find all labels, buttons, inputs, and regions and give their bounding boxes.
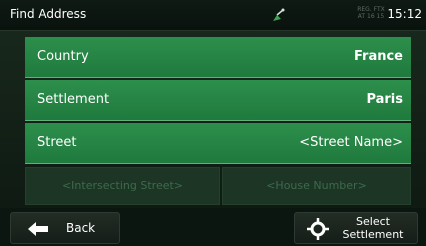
screen-title: Find Address <box>10 7 87 21</box>
country-field[interactable]: Country France <box>25 37 411 78</box>
select-settlement-label: Select Settlement <box>337 215 409 241</box>
street-label: Street <box>37 135 77 150</box>
country-value: France <box>353 49 403 64</box>
street-field[interactable]: Street <Street Name> <box>25 123 411 164</box>
back-arrow-icon <box>28 222 48 236</box>
status-bar: Find Address REG. FTX AT 16 15 15:12 <box>0 0 426 31</box>
select-label-line2: Settlement <box>342 228 404 241</box>
settlement-value: Paris <box>366 92 403 107</box>
house-number-field: <House Number> <box>222 167 411 205</box>
intersecting-street-field: <Intersecting Street> <box>25 167 220 205</box>
bottom-bar: Back Select Settlement <box>0 208 426 246</box>
find-address-screen: Find Address REG. FTX AT 16 15 15:12 Cou… <box>0 0 426 246</box>
back-button[interactable]: Back <box>10 212 120 244</box>
clock: 15:12 <box>387 7 422 21</box>
gps-info: REG. FTX AT 16 15 <box>349 6 393 20</box>
settlement-field[interactable]: Settlement Paris <box>25 80 411 121</box>
country-label: Country <box>37 49 89 64</box>
select-label-line1: Select <box>356 215 390 228</box>
street-value: <Street Name> <box>299 135 403 150</box>
select-settlement-button[interactable]: Select Settlement <box>294 212 418 244</box>
crosshair-icon <box>307 218 329 240</box>
gps-info-line1: REG. FTX <box>357 6 385 13</box>
back-label: Back <box>66 221 96 235</box>
gps-info-line2: AT 16 15 <box>357 13 385 20</box>
settlement-label: Settlement <box>37 92 110 107</box>
satellite-dish-icon <box>273 8 285 21</box>
